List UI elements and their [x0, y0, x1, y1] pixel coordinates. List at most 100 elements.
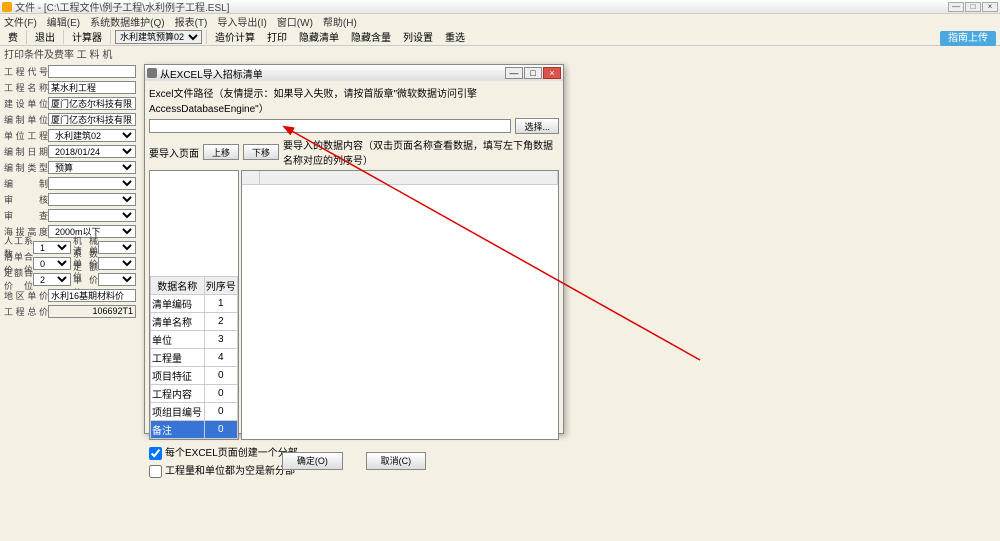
field-name-cell: 清单编码 — [151, 295, 205, 313]
field-idx-cell: 2 — [204, 313, 237, 331]
form-label: 建设单位 — [4, 97, 48, 110]
form-input-4[interactable]: 水利建筑02 — [48, 129, 136, 142]
dialog-close-button[interactable]: × — [543, 67, 561, 79]
dedj-input[interactable] — [98, 273, 136, 286]
app-icon — [2, 2, 12, 12]
col-name-header: 数据名称 — [151, 277, 205, 295]
form-label: 编制日期 — [4, 145, 48, 158]
sub-toolbar: 打印条件及费率 工 料 机 — [0, 46, 1000, 60]
hide-qty-button[interactable]: 隐藏含量 — [347, 28, 395, 45]
jxxs-input[interactable] — [98, 241, 136, 254]
qdhj-input[interactable]: 0 — [33, 257, 71, 270]
field-idx-cell: 0 — [204, 385, 237, 403]
field-name-cell: 工程量 — [151, 349, 205, 367]
field-row[interactable]: 备注0 — [151, 421, 238, 439]
gczj-value — [48, 305, 136, 318]
field-list-panel: 数据名称列序号 清单编码1清单名称2单位3工程量4项目特征0工程内容0项组目编号… — [149, 170, 239, 440]
data-grid-panel — [241, 170, 559, 440]
excel-path-input[interactable] — [149, 119, 511, 133]
field-idx-cell: 4 — [204, 349, 237, 367]
menu-help[interactable]: 帮助(H) — [323, 14, 357, 29]
separator — [110, 30, 111, 44]
dqdj-input[interactable] — [48, 289, 136, 302]
field-row[interactable]: 工程量4 — [151, 349, 238, 367]
each-page-checkbox[interactable] — [149, 447, 162, 460]
import-page-label: 要导入页面 — [149, 145, 199, 160]
field-idx-cell: 0 — [204, 403, 237, 421]
browse-button[interactable]: 选择... — [515, 118, 559, 134]
field-idx-cell: 3 — [204, 331, 237, 349]
field-row[interactable]: 工程内容0 — [151, 385, 238, 403]
field-row[interactable]: 项组目编号0 — [151, 403, 238, 421]
dialog-minimize-button[interactable]: — — [505, 67, 523, 79]
field-row[interactable]: 项目特征0 — [151, 367, 238, 385]
maximize-button[interactable]: □ — [965, 2, 981, 12]
field-row[interactable]: 清单名称2 — [151, 313, 238, 331]
form-input-1[interactable] — [48, 81, 136, 94]
dehj-input[interactable]: 2 — [33, 273, 71, 286]
form-label: 编制类型 — [4, 161, 48, 174]
field-row[interactable]: 清单编码1 — [151, 295, 238, 313]
form-input-7[interactable] — [48, 177, 136, 190]
dialog-hint: Excel文件路径（友情提示：如果导入失败，请按首版章"微软数据访问引擎Acce… — [149, 85, 559, 115]
form-label: 单位工程 — [4, 129, 48, 142]
form-input-0[interactable] — [48, 65, 136, 78]
form-label: 工程名称 — [4, 81, 48, 94]
menubar: 文件(F) 编辑(E) 系统数据维护(Q) 报表(T) 导入导出(I) 窗口(W… — [0, 14, 1000, 28]
window-title: 文件 - [C:\工程文件\例子工程\水利例子工程.ESL] — [15, 0, 229, 14]
col-setting-button[interactable]: 列设置 — [399, 28, 437, 45]
field-idx-cell: 0 — [204, 421, 237, 439]
form-input-5[interactable]: 2018/01/24 — [48, 145, 136, 158]
field-name-cell: 项组目编号 — [151, 403, 205, 421]
form-input-6[interactable]: 预算 — [48, 161, 136, 174]
qddj-input[interactable] — [98, 257, 136, 270]
form-input-2[interactable] — [48, 97, 136, 110]
separator — [63, 30, 64, 44]
menu-edit[interactable]: 编辑(E) — [47, 14, 80, 29]
minimize-button[interactable]: — — [948, 2, 964, 12]
separator — [26, 30, 27, 44]
dialog-maximize-button[interactable]: □ — [524, 67, 542, 79]
separator — [206, 30, 207, 44]
form-label: 审 核 — [4, 193, 48, 206]
toolbar: 费 退出 计算器 水利建筑预算02 造价计算 打印 隐藏清单 隐藏含量 列设置 … — [0, 28, 1000, 46]
calc-button[interactable]: 计算器 — [68, 28, 106, 45]
import-excel-dialog: 从EXCEL导入招标清单 — □ × Excel文件路径（友情提示：如果导入失败… — [144, 64, 564, 434]
field-name-cell: 备注 — [151, 421, 205, 439]
exit-button[interactable]: 退出 — [31, 28, 59, 45]
menu-window[interactable]: 窗口(W) — [277, 14, 313, 29]
toolbar-right: 指南上传 — [940, 29, 996, 44]
main-titlebar: 文件 - [C:\工程文件\例子工程\水利例子工程.ESL] — □ × — [0, 0, 1000, 14]
move-up-button[interactable]: 上移 — [203, 144, 239, 160]
menu-file[interactable]: 文件(F) — [4, 14, 37, 29]
ok-button[interactable]: 确定(O) — [282, 452, 343, 470]
menu-report[interactable]: 报表(T) — [175, 14, 208, 29]
left-form-panel: 工程代号工程名称建设单位编制单位单位工程水利建筑02编制日期2018/01/24… — [0, 60, 140, 541]
rgxs-input[interactable]: 1 — [33, 241, 71, 254]
right-hint: 要导入的数据内容（双击页面名称查看数据，填写左下角数据名称对应的列序号） — [283, 137, 559, 167]
project-type-select[interactable]: 水利建筑预算02 — [115, 30, 202, 44]
form-input-8[interactable] — [48, 193, 136, 206]
move-down-button[interactable]: 下移 — [243, 144, 279, 160]
print-button[interactable]: 打印 — [263, 28, 291, 45]
form-input-3[interactable] — [48, 113, 136, 126]
fee-button[interactable]: 费 — [4, 28, 22, 45]
empty-new-checkbox[interactable] — [149, 465, 162, 478]
form-label: 审 查 — [4, 209, 48, 222]
field-row[interactable]: 单位3 — [151, 331, 238, 349]
field-name-cell: 工程内容 — [151, 385, 205, 403]
dialog-title: 从EXCEL导入招标清单 — [160, 66, 263, 81]
reselect-button[interactable]: 重选 — [441, 28, 469, 45]
dialog-titlebar: 从EXCEL导入招标清单 — □ × — [145, 65, 563, 81]
field-idx-cell: 0 — [204, 367, 237, 385]
close-button[interactable]: × — [982, 2, 998, 12]
price-calc-button[interactable]: 造价计算 — [211, 28, 259, 45]
form-label: 编 制 — [4, 177, 48, 190]
dqdj-label: 地区单价 — [4, 289, 48, 302]
hide-list-button[interactable]: 隐藏清单 — [295, 28, 343, 45]
menu-io[interactable]: 导入导出(I) — [217, 14, 266, 29]
menu-sysdata[interactable]: 系统数据维护(Q) — [90, 14, 164, 29]
form-input-9[interactable] — [48, 209, 136, 222]
guide-upload-button[interactable]: 指南上传 — [940, 31, 996, 46]
cancel-button[interactable]: 取消(C) — [366, 452, 427, 470]
